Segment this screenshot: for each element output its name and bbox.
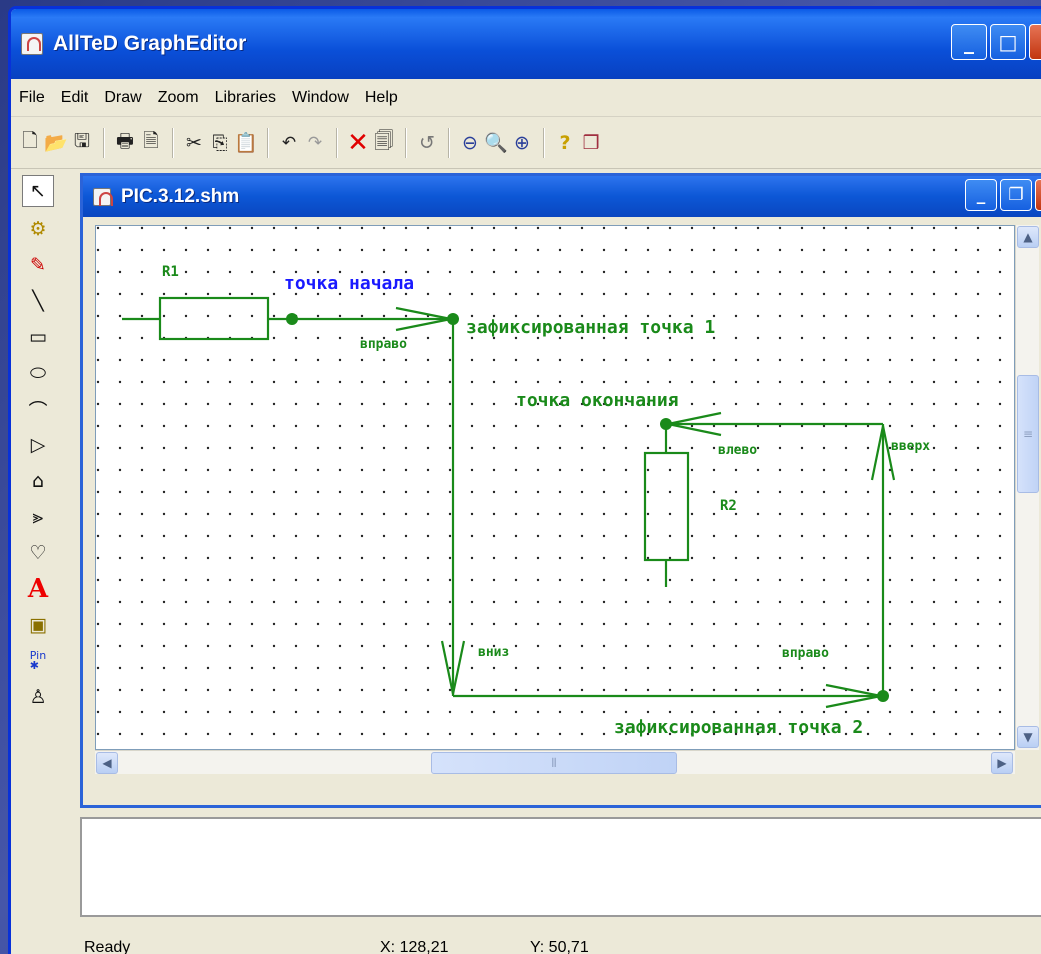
toolbar-separator bbox=[103, 127, 104, 158]
chip-icon[interactable]: ▣ bbox=[22, 607, 54, 643]
menu-window[interactable]: Window bbox=[284, 89, 357, 107]
label-fixed-1: зафиксированная точка 1 bbox=[466, 317, 715, 338]
help-icon[interactable]: ? bbox=[552, 127, 578, 159]
redo-icon[interactable]: ↷ bbox=[302, 127, 328, 159]
document-window: PIC.3.12.shm _ ❐ ✕ bbox=[80, 173, 1041, 808]
toolbar-separator bbox=[448, 127, 449, 158]
drawing-canvas[interactable]: R1 точка начала зафиксированная точка 1 … bbox=[95, 225, 1015, 750]
open-folder-icon[interactable]: 📂 bbox=[43, 127, 69, 159]
print-icon[interactable]: 🖶 bbox=[112, 127, 138, 159]
horizontal-scroll-thumb[interactable]: ⦀ bbox=[431, 752, 677, 774]
label-fixed-2: зафиксированная точка 2 bbox=[614, 717, 863, 738]
component-icon[interactable]: ⚙ bbox=[22, 211, 54, 247]
document-title: PIC.3.12.shm bbox=[121, 185, 240, 207]
label-end: точка окончания bbox=[516, 390, 679, 411]
paste-icon[interactable]: 📋 bbox=[233, 127, 259, 159]
label-start: точка начала bbox=[284, 273, 414, 294]
java-doc-icon bbox=[93, 187, 113, 206]
scroll-down-button[interactable]: ▼ bbox=[1017, 726, 1039, 748]
label-right-2: вправо bbox=[782, 646, 829, 661]
label-right-1: вправо bbox=[360, 337, 407, 352]
start-point[interactable] bbox=[286, 313, 298, 325]
chevron-shape-icon[interactable]: ⪢ bbox=[22, 499, 54, 535]
label-r2: R2 bbox=[720, 498, 737, 514]
menu-edit[interactable]: Edit bbox=[53, 89, 97, 107]
undo-icon[interactable]: ↶ bbox=[276, 127, 302, 159]
status-bar: Ready X: 128,21 Y: 50,71 bbox=[80, 929, 1041, 954]
ellipse-icon[interactable]: ⬭ bbox=[22, 355, 54, 391]
end-point[interactable] bbox=[660, 418, 672, 430]
select-arrow-icon[interactable]: ↖ bbox=[22, 175, 54, 207]
label-up: вверх bbox=[891, 439, 930, 454]
toolbar-separator bbox=[172, 127, 173, 158]
fixed-point-1[interactable] bbox=[447, 313, 459, 325]
bell-shape-icon[interactable]: ⌂ bbox=[22, 463, 54, 499]
scroll-right-button[interactable]: ▶ bbox=[991, 752, 1013, 774]
menu-libraries[interactable]: Libraries bbox=[207, 89, 284, 107]
status-text: Ready bbox=[84, 939, 131, 954]
document-title-bar[interactable]: PIC.3.12.shm _ ❐ ✕ bbox=[83, 176, 1041, 217]
menu-zoom[interactable]: Zoom bbox=[150, 89, 207, 107]
save-icon[interactable]: 🖫 bbox=[69, 127, 95, 159]
copy-icon[interactable]: ⎘ bbox=[207, 127, 233, 159]
vertical-scroll-thumb[interactable]: ≡ bbox=[1017, 375, 1039, 493]
heart-shape-icon[interactable]: ♡ bbox=[22, 535, 54, 571]
toolbar-separator bbox=[336, 127, 337, 158]
toolbar-separator bbox=[543, 127, 544, 158]
menu-file[interactable]: File bbox=[11, 89, 53, 107]
library-icon[interactable]: ❒ bbox=[578, 127, 604, 159]
properties-icon[interactable]: 🗐 bbox=[371, 127, 397, 159]
status-y-coordinate: Y: 50,71 bbox=[530, 939, 589, 954]
label-r1: R1 bbox=[162, 264, 179, 280]
print-preview-icon[interactable]: 🗎 bbox=[138, 127, 164, 159]
maximize-button[interactable]: □ bbox=[990, 24, 1026, 60]
doc-close-button[interactable]: ✕ bbox=[1035, 179, 1041, 211]
close-button[interactable]: ✕ bbox=[1029, 24, 1041, 60]
zoom-out-icon[interactable]: ⊖ bbox=[457, 127, 483, 159]
window-title: AllTeD GraphEditor bbox=[53, 32, 247, 55]
rectangle-icon[interactable]: ▭ bbox=[22, 319, 54, 355]
arc-icon[interactable]: ⌒ bbox=[22, 391, 54, 427]
left-toolbox: ↖ ⚙ ✎ ╲ ▭ ⬭ ⌒ ▷ ⌂ ⪢ ♡ A ▣ Pin ✱ ♙ bbox=[19, 175, 57, 715]
fixed-point-2[interactable] bbox=[877, 690, 889, 702]
doc-restore-button[interactable]: ❐ bbox=[1000, 179, 1032, 211]
triangle-icon[interactable]: ▷ bbox=[22, 427, 54, 463]
toolbar-separator bbox=[405, 127, 406, 158]
menu-help[interactable]: Help bbox=[357, 89, 406, 107]
zoom-in-icon[interactable]: ⊕ bbox=[509, 127, 535, 159]
output-panel[interactable] bbox=[80, 817, 1041, 917]
cut-icon[interactable]: ✂ bbox=[181, 127, 207, 159]
refresh-icon[interactable]: ↺ bbox=[414, 127, 440, 159]
connector-icon[interactable]: ♙ bbox=[22, 679, 54, 715]
doc-minimize-button[interactable]: _ bbox=[965, 179, 997, 211]
zoom-fit-icon[interactable]: 🔍 bbox=[483, 127, 509, 159]
pin-icon[interactable]: Pin ✱ bbox=[22, 643, 54, 679]
grid-dots bbox=[96, 226, 1014, 749]
delete-icon[interactable]: ✕ bbox=[345, 127, 371, 159]
main-window: AllTeD GraphEditor _ □ ✕ File Edit Draw … bbox=[8, 6, 1041, 954]
title-bar[interactable]: AllTeD GraphEditor _ □ ✕ bbox=[11, 9, 1041, 79]
scroll-up-button[interactable]: ▲ bbox=[1017, 226, 1039, 248]
pencil-icon[interactable]: ✎ bbox=[22, 247, 54, 283]
vertical-scrollbar[interactable]: ▲ ≡ ▼ bbox=[1015, 225, 1039, 750]
minimize-button[interactable]: _ bbox=[951, 24, 987, 60]
label-left: влево bbox=[718, 443, 757, 458]
scroll-left-button[interactable]: ◀ bbox=[96, 752, 118, 774]
new-file-icon[interactable]: 🗋 bbox=[17, 127, 43, 159]
java-app-icon bbox=[21, 33, 43, 55]
line-icon[interactable]: ╲ bbox=[22, 283, 54, 319]
text-icon[interactable]: A bbox=[22, 571, 54, 607]
menu-draw[interactable]: Draw bbox=[96, 89, 149, 107]
horizontal-scrollbar[interactable]: ◀ ⦀ ▶ bbox=[95, 750, 1015, 774]
menu-bar: File Edit Draw Zoom Libraries Window Hel… bbox=[11, 79, 1041, 117]
toolbar-separator bbox=[267, 127, 268, 158]
label-down: вниз bbox=[478, 645, 509, 660]
status-x-coordinate: X: 128,21 bbox=[380, 939, 449, 954]
toolbar: 🗋 📂 🖫 🖶 🗎 ✂ ⎘ 📋 ↶ ↷ ✕ 🗐 ↺ ⊖ 🔍 ⊕ ? ❒ bbox=[11, 117, 1041, 169]
